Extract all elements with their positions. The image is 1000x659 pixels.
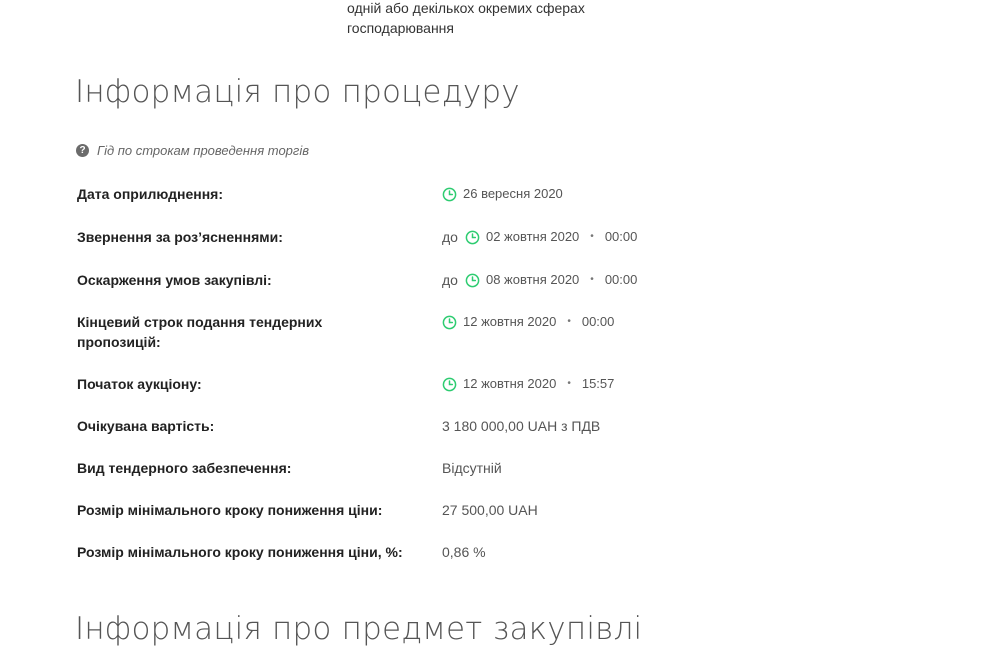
deadlines-guide-link[interactable]: ? Гід по строкам проведення торгів: [76, 143, 309, 158]
info-value: 0,86 %: [442, 544, 486, 560]
date-text: 26 вересня 2020: [463, 186, 563, 201]
info-label: Оскарження умов закупівлі:: [77, 272, 272, 288]
date-text: 08 жовтня 2020: [485, 272, 580, 287]
info-value: 27 500,00 UAH: [442, 502, 538, 518]
time-text: 00:00: [604, 272, 638, 287]
prev-row-value-line: одній або декількох окремих сферах: [347, 0, 585, 16]
info-value: 12 жовтня 2020 • 00:00: [442, 312, 614, 332]
date-text: 12 жовтня 2020: [463, 376, 557, 391]
info-value: до 02 жовтня 2020 • 00:00: [442, 227, 637, 247]
clock-icon: [442, 315, 457, 329]
question-circle-icon: ?: [76, 144, 89, 157]
info-value: Відсутній: [442, 460, 502, 476]
time-text: 00:00: [604, 229, 638, 244]
time-text: 00:00: [581, 314, 615, 329]
procedure-section-title: Інформація про процедуру: [75, 74, 520, 110]
deadlines-guide-label: Гід по строкам проведення торгів: [97, 143, 309, 158]
prev-row-value-line: господарювання: [347, 20, 454, 36]
info-label: Очікувана вартість:: [77, 418, 215, 434]
info-label: Початок аукціону:: [77, 376, 202, 392]
prev-row-value: одній або декількох окремих сферах госпо…: [347, 0, 647, 38]
clock-icon: [465, 273, 480, 287]
info-label: Розмір мінімального кроку пониження ціни…: [77, 544, 403, 560]
info-label: Кінцевий строк подання тендерних пропози…: [77, 314, 323, 350]
info-value: 26 вересня 2020: [442, 184, 563, 204]
date-text: 12 жовтня 2020: [463, 314, 557, 329]
clock-icon: [442, 377, 457, 391]
deadline-prefix: до: [442, 229, 458, 245]
deadline-prefix: до: [442, 272, 458, 288]
separator-dot: •: [590, 274, 594, 285]
separator-dot: •: [567, 316, 571, 327]
subject-section-title: Інформація про предмет закупівлі: [75, 611, 643, 647]
separator-dot: •: [590, 231, 594, 242]
info-label: Дата оприлюднення:: [77, 186, 223, 202]
info-label: Звернення за роз’ясненнями:: [77, 229, 283, 245]
info-label: Розмір мінімального кроку пониження ціни…: [77, 502, 383, 518]
date-text: 02 жовтня 2020: [485, 229, 580, 244]
info-label: Вид тендерного забезпечення:: [77, 460, 292, 476]
info-value: 3 180 000,00 UAH з ПДВ: [442, 418, 601, 434]
info-value: 12 жовтня 2020 • 15:57: [442, 374, 614, 394]
clock-icon: [465, 230, 480, 244]
time-text: 15:57: [581, 376, 615, 391]
separator-dot: •: [567, 378, 571, 389]
clock-icon: [442, 187, 457, 201]
prev-row-label-fragment: [77, 0, 307, 4]
info-value: до 08 жовтня 2020 • 00:00: [442, 270, 637, 290]
